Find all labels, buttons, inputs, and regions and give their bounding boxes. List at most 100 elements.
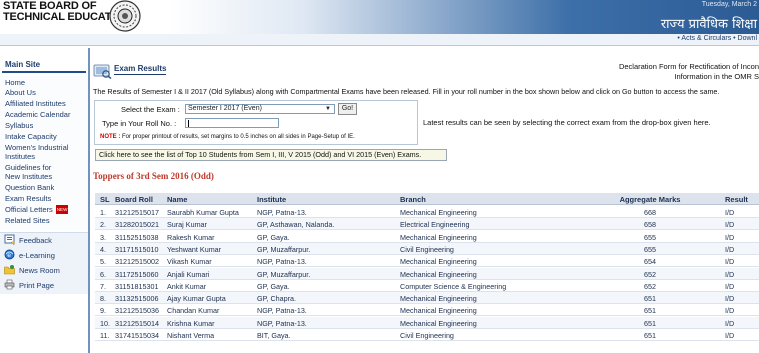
cell-result: I/D [725, 244, 735, 254]
cell-name: Rakesh Kumar [167, 232, 215, 242]
cell-aggregate-marks: 655 [644, 244, 656, 254]
cell-name: Chandan Kumar [167, 306, 220, 316]
exam-search-form: Select the Exam : Semester I 2017 (Even)… [94, 100, 418, 145]
cell-branch: Mechanical Engineering [400, 294, 477, 304]
sidebar-item-guidelines[interactable]: Guidelines for [5, 163, 51, 172]
cell-branch: Mechanical Engineering [400, 269, 477, 279]
header-sl: SL [100, 195, 110, 204]
print-page-label: Print Page [19, 281, 55, 290]
cell-name: Ankit Kumar [167, 281, 207, 291]
sidebar-item-question-bank[interactable]: Question Bank [5, 183, 54, 192]
cell-name: Anjali Kumari [167, 269, 210, 279]
cell-board-roll: 31282015021 [115, 220, 159, 230]
header-result: Result [725, 195, 748, 204]
cell-aggregate-marks: 651 [644, 306, 656, 316]
cell-aggregate-marks: 652 [644, 281, 656, 291]
go-button[interactable]: Go! [338, 103, 357, 115]
exam-select[interactable]: Semester I 2017 (Even) ▼ [185, 104, 335, 114]
cell-aggregate-marks: 651 [644, 331, 656, 340]
header-name: Name [167, 195, 188, 204]
site-header: STATE BOARD OF TECHNICAL EDUCATION Tuesd… [0, 0, 759, 34]
news-room-icon [4, 265, 15, 275]
sidebar-item-exam-results[interactable]: Exam Results [5, 194, 51, 203]
sidebar-title: Main Site [2, 59, 86, 73]
cell-board-roll: 31741515034 [115, 331, 159, 340]
sidebar-item-affiliated-institutes[interactable]: Affiliated Institutes [5, 99, 66, 108]
e-learning-icon: e [4, 249, 15, 260]
cell-branch: Civil Engineering [400, 244, 454, 254]
cell-board-roll: 31171515010 [115, 244, 159, 254]
roll-number-input[interactable] [185, 118, 279, 128]
feedback-label: Feedback [19, 236, 52, 245]
sidebar-item-official-letters[interactable]: Official Letters NEW [5, 205, 69, 214]
exam-select-value: Semester I 2017 (Even) [188, 105, 262, 112]
top-10-students-link[interactable]: Click here to see the list of Top 10 Stu… [95, 149, 447, 161]
sidebar-item-related-sites[interactable]: Related Sites [5, 216, 50, 225]
top-links-bar: • Acts & Circulars • Downl [0, 34, 759, 46]
print-page-link[interactable]: Print Page [4, 279, 54, 291]
cell-result: I/D [725, 318, 735, 328]
header-board-roll: Board Roll [115, 195, 153, 204]
table-row: 8. 31132515006 Ajay Kumar Gupta GP, Chapra.… [95, 292, 759, 305]
cell-result: I/D [725, 208, 735, 217]
header-institute: Institute [257, 195, 287, 204]
sidebar-item-label: Official Letters [5, 205, 53, 214]
cell-board-roll: 31212515002 [115, 257, 159, 267]
cell-institute: GP, Muzaffarpur. [257, 244, 311, 254]
svg-text:e: e [7, 252, 11, 259]
cell-branch: Civil Engineering [400, 331, 454, 340]
cell-name: Suraj Kumar [167, 220, 207, 230]
cell-institute: NGP, Patna-13. [257, 306, 307, 316]
sidebar-item-about-us[interactable]: About Us [5, 88, 36, 97]
cell-institute: GP, Muzaffarpur. [257, 269, 311, 279]
cell-institute: NGP, Patna-13. [257, 208, 307, 217]
declaration-link[interactable]: Declaration Form for Rectification of In… [619, 62, 759, 82]
news-room-link[interactable]: News Room [4, 264, 60, 276]
dropdown-arrow-icon: ▼ [325, 106, 331, 112]
table-row: 5. 31212515002 Vikash Kumar NGP, Patna-13. M… [95, 255, 759, 268]
note-prefix: NOTE : [100, 134, 121, 140]
top-links[interactable]: • Acts & Circulars • Downl [677, 35, 757, 42]
cell-board-roll: 31151815301 [115, 281, 159, 291]
e-learning-label: e-Learning [19, 251, 55, 260]
table-row: 9. 31212515036 Chandan Kumar NGP, Patna-13.… [95, 304, 759, 317]
table-header: SL Board Roll Name Institute Branch Aggr… [95, 193, 759, 205]
cell-result: I/D [725, 331, 735, 340]
print-icon [4, 279, 15, 290]
table-row: 11. 31741515034 Nishant Verma BIT, Gaya. Civ… [95, 329, 759, 341]
print-note: NOTE : For proper printout of results, s… [100, 134, 355, 140]
sidebar-item-intake-capacity[interactable]: Intake Capacity [5, 132, 57, 141]
cell-aggregate-marks: 651 [644, 318, 656, 328]
cell-branch: Computer Science & Engineering [400, 281, 507, 291]
table-row: 7. 31151815301 Ankit Kumar GP, Gaya. Compute… [95, 280, 759, 292]
sidebar-item-new-institutes[interactable]: New Institutes [5, 172, 52, 181]
sidebar-item-academic-calendar[interactable]: Academic Calendar [5, 110, 70, 119]
cell-result: I/D [725, 269, 735, 279]
sidebar-item-womens-industrial[interactable]: Women's Industrial [5, 143, 68, 152]
cell-sl: 3. [100, 232, 106, 242]
feedback-link[interactable]: Feedback [4, 234, 52, 246]
cell-aggregate-marks: 658 [644, 220, 656, 230]
note-text: For proper printout of results, set marg… [122, 134, 355, 140]
main-content: Exam Results Declaration Form for Rectif… [92, 48, 759, 353]
header-aggregate-marks: Aggregate Marks [619, 195, 681, 204]
sidebar-item-home[interactable]: Home [5, 78, 25, 87]
section-title-underline [114, 74, 166, 75]
cell-institute: NGP, Patna-13. [257, 257, 307, 267]
sidebar-item-institutes[interactable]: Institutes [5, 152, 35, 161]
cell-institute: GP, Gaya. [257, 232, 290, 242]
cell-board-roll: 31212515017 [115, 208, 159, 217]
cell-board-roll: 31212515014 [115, 318, 159, 328]
cell-aggregate-marks: 654 [644, 257, 656, 267]
cell-name: Krishna Kumar [167, 318, 215, 328]
cell-sl: 1. [100, 208, 106, 217]
cell-sl: 7. [100, 281, 106, 291]
sidebar-item-syllabus[interactable]: Syllabus [5, 121, 33, 130]
cell-sl: 11. [100, 331, 110, 340]
toppers-heading: Toppers of 3rd Sem 2016 (Odd) [93, 171, 214, 181]
sidebar-divider [88, 48, 90, 353]
cell-sl: 5. [100, 257, 106, 267]
e-learning-link[interactable]: e e-Learning [4, 249, 55, 261]
cell-aggregate-marks: 652 [644, 269, 656, 279]
current-date: Tuesday, March 2 [701, 1, 757, 8]
